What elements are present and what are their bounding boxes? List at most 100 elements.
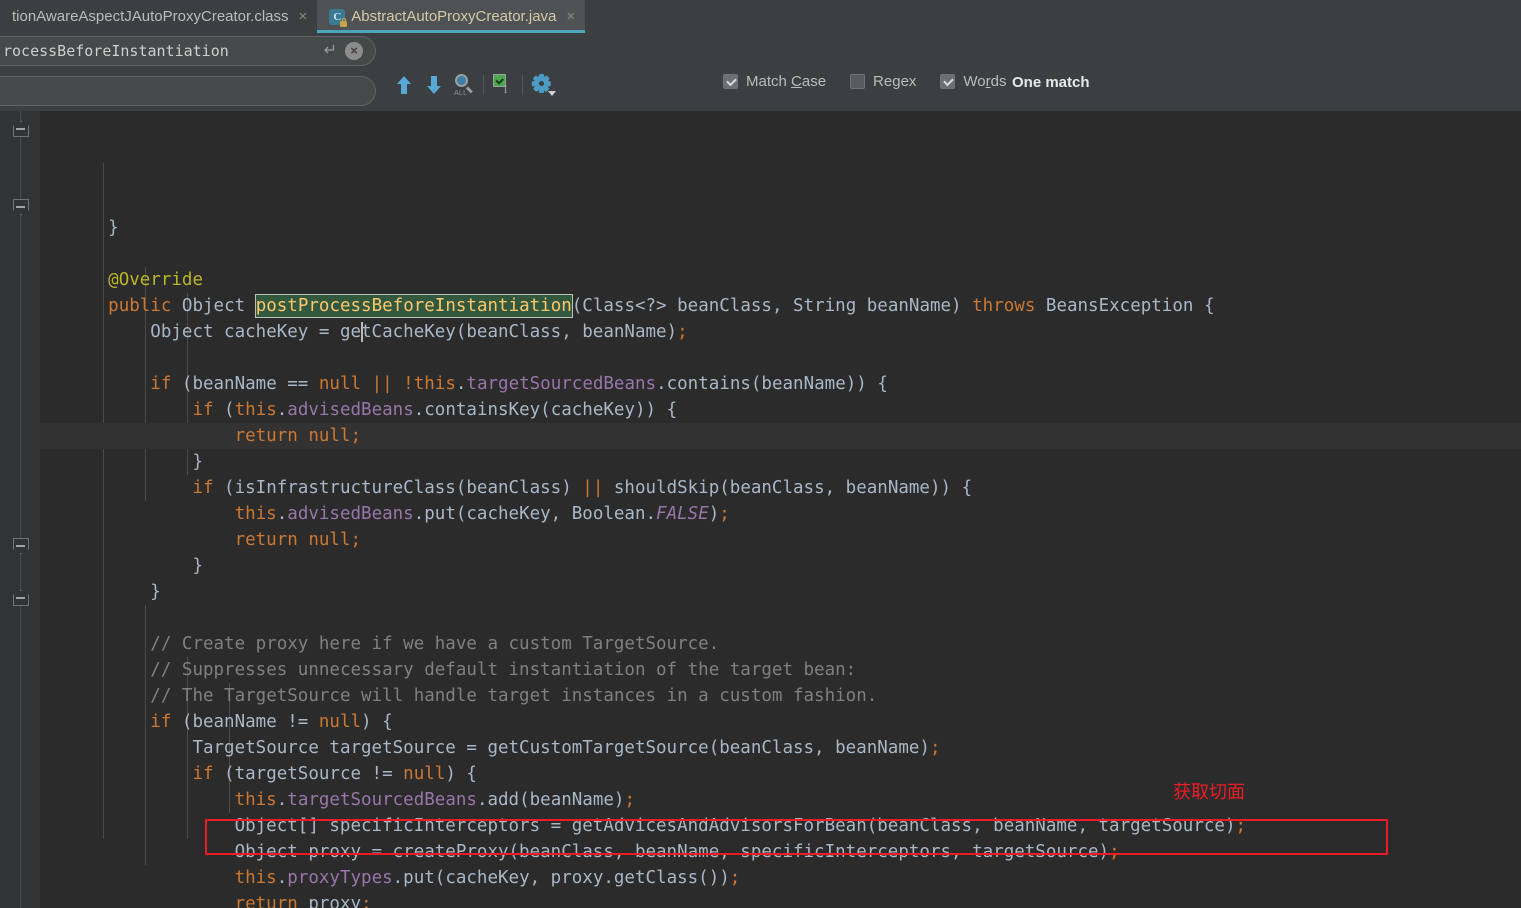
code-token: advisedBeans bbox=[287, 400, 414, 420]
code-token: ; bbox=[350, 530, 362, 550]
code-editor[interactable]: } @Override public Object postProcessBef… bbox=[0, 111, 1521, 908]
search-input[interactable]: rocessBeforeInstantiation ↵ × bbox=[0, 36, 376, 66]
code-line: } bbox=[40, 215, 1521, 241]
code-token: ( bbox=[224, 400, 235, 420]
code-token: Object proxy = createProxy(beanClass, be… bbox=[234, 842, 1110, 862]
code-token: null bbox=[403, 764, 446, 784]
code-content[interactable]: } @Override public Object postProcessBef… bbox=[40, 111, 1521, 908]
code-line: if (beanName != null) { bbox=[40, 709, 1521, 735]
find-previous-button[interactable] bbox=[389, 71, 419, 99]
code-line: } bbox=[40, 579, 1521, 605]
code-token: null bbox=[318, 712, 362, 732]
code-token: ! bbox=[403, 374, 414, 394]
arrow-down-icon bbox=[427, 76, 441, 94]
code-token: // The TargetSource will handle target i… bbox=[150, 686, 878, 706]
code-line: public Object postProcessBeforeInstantia… bbox=[40, 293, 1521, 319]
red-annotation-label: 获取切面 bbox=[1173, 782, 1245, 803]
code-token: . bbox=[276, 790, 288, 810]
find-replace-toolbar: rocessBeforeInstantiation ↵ × ALL I Matc… bbox=[0, 33, 1521, 137]
code-line: TargetSource targetSource = getCustomTar… bbox=[40, 735, 1521, 761]
fold-marker-end[interactable] bbox=[13, 538, 29, 554]
code-token: (isInfrastructureClass(beanClass) bbox=[224, 478, 583, 498]
checkbox-words[interactable] bbox=[940, 74, 956, 89]
option-label: Match Case bbox=[746, 73, 827, 90]
code-token: if bbox=[192, 478, 225, 498]
code-token: (Class<?> beanClass, String beanName) bbox=[571, 296, 973, 316]
find-settings-button[interactable] bbox=[527, 71, 557, 99]
code-token: || bbox=[371, 374, 404, 394]
code-token: shouldSkip(beanClass, beanName)) { bbox=[613, 478, 973, 498]
code-line: return null; bbox=[40, 423, 1521, 449]
clear-search-icon[interactable]: × bbox=[345, 42, 363, 60]
find-all-button[interactable]: ALL bbox=[449, 71, 479, 99]
tab-label: AbstractAutoProxyCreator.java bbox=[351, 8, 557, 25]
code-token: return bbox=[234, 894, 309, 908]
enter-icon[interactable]: ↵ bbox=[324, 43, 337, 59]
option-words[interactable]: Words bbox=[940, 73, 1006, 90]
fold-marker-start[interactable] bbox=[13, 590, 29, 606]
code-line: // Create proxy here if we have a custom… bbox=[40, 631, 1521, 657]
code-token: this bbox=[234, 400, 277, 420]
fold-marker-start[interactable] bbox=[13, 121, 29, 137]
code-line: Object[] specificInterceptors = getAdvic… bbox=[40, 813, 1521, 839]
code-token: . bbox=[276, 400, 288, 420]
option-match-case[interactable]: Match Case bbox=[723, 73, 826, 90]
code-token: ; bbox=[729, 868, 741, 888]
code-token: targetSourcedBeans bbox=[287, 790, 477, 810]
code-token: @Override bbox=[108, 270, 203, 290]
code-line: if (isInfrastructureClass(beanClass) || … bbox=[40, 475, 1521, 501]
option-label: Regex bbox=[873, 73, 917, 90]
checkbox-regex[interactable] bbox=[850, 74, 866, 89]
select-all-occurrences-button[interactable]: I bbox=[488, 71, 518, 99]
code-token: .contains(beanName)) { bbox=[656, 374, 888, 394]
code-token: .containsKey(cacheKey)) { bbox=[413, 400, 678, 420]
code-token: // Create proxy here if we have a custom… bbox=[150, 634, 720, 654]
close-icon[interactable]: × bbox=[566, 9, 575, 24]
code-token: proxyTypes bbox=[287, 868, 393, 888]
code-line: return null; bbox=[40, 527, 1521, 553]
code-token: } bbox=[192, 556, 203, 576]
option-label: Words bbox=[963, 73, 1007, 90]
code-token: (targetSource != bbox=[224, 764, 404, 784]
option-regex[interactable]: Regex bbox=[850, 73, 916, 90]
fold-marker-end[interactable] bbox=[13, 199, 29, 215]
lock-icon bbox=[340, 17, 348, 27]
code-token: (beanName != bbox=[181, 712, 319, 732]
tab-abstract-auto-proxy-creator-java[interactable]: C AbstractAutoProxyCreator.java × bbox=[317, 0, 586, 33]
text-caret bbox=[360, 322, 363, 342]
code-token: ; bbox=[719, 504, 730, 524]
code-token: Object cacheKey = getCacheKey(beanClass,… bbox=[150, 322, 678, 342]
tab-label: tionAwareAspectJAutoProxyCreator.class bbox=[12, 8, 289, 25]
checkbox-match-case[interactable] bbox=[723, 74, 738, 89]
code-token: } bbox=[192, 452, 203, 472]
code-token: Object bbox=[181, 296, 256, 316]
code-line: if (this.advisedBeans.containsKey(cacheK… bbox=[40, 397, 1521, 423]
code-token: advisedBeans bbox=[287, 504, 414, 524]
close-icon[interactable]: × bbox=[299, 9, 308, 24]
code-token: } bbox=[150, 582, 161, 602]
tab-abstract-advisor-class[interactable]: tionAwareAspectJAutoProxyCreator.class × bbox=[0, 0, 318, 33]
replace-input[interactable] bbox=[0, 76, 376, 106]
find-next-button[interactable] bbox=[419, 71, 449, 99]
code-token: proxy bbox=[308, 894, 362, 908]
editor-gutter[interactable] bbox=[0, 111, 40, 908]
code-token: } bbox=[108, 218, 119, 238]
code-token: null bbox=[318, 374, 372, 394]
code-token: ; bbox=[1109, 842, 1120, 862]
